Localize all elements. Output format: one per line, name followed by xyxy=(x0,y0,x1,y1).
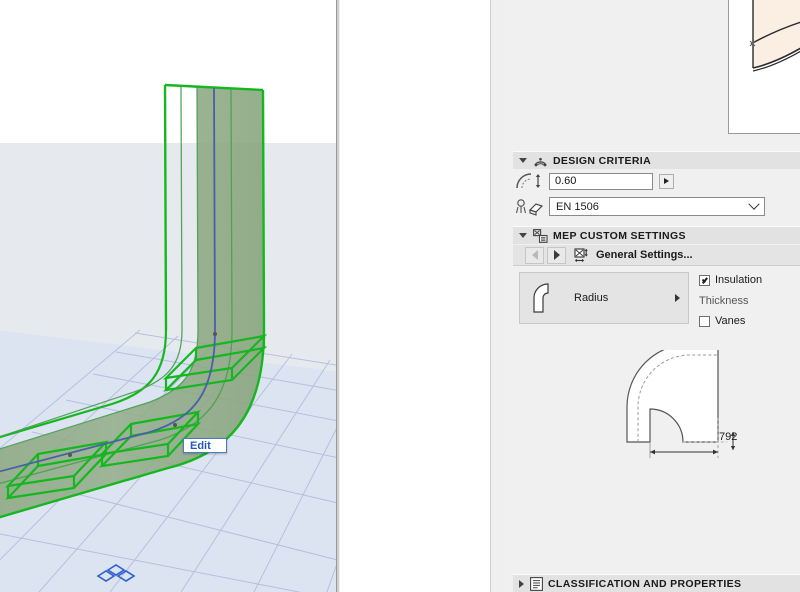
edit-tooltip-label: Edit xyxy=(190,440,211,452)
vanes-label: Vanes xyxy=(715,315,745,327)
duct-standard-value: EN 1506 xyxy=(556,201,599,213)
edit-tooltip[interactable]: Edit xyxy=(183,438,227,453)
properties-list-icon xyxy=(530,577,543,591)
2d-preview-drawing xyxy=(729,0,800,133)
nav-next-button[interactable] xyxy=(547,247,566,264)
section-title-classification-and-properties: CLASSIFICATION AND PROPERTIES xyxy=(548,578,741,590)
radius-selector-label: Radius xyxy=(574,292,675,304)
radius-ratio-input[interactable]: 0.60 xyxy=(549,173,653,190)
insulation-checkbox[interactable] xyxy=(699,275,710,286)
insulation-label: Insulation xyxy=(715,274,762,286)
duct-elbow-geometry[interactable] xyxy=(0,0,336,592)
option-vanes[interactable]: Vanes xyxy=(699,315,745,327)
option-insulation[interactable]: Insulation xyxy=(699,274,762,286)
radius-ratio-value: 0.60 xyxy=(555,175,576,187)
radius-ratio-row: 0.60 xyxy=(515,172,800,190)
section-header-design-criteria[interactable]: DESIGN CRITERIA xyxy=(513,151,800,169)
duct-standard-row: EN 1506 xyxy=(515,197,800,216)
section-header-classification-and-properties[interactable]: CLASSIFICATION AND PROPERTIES xyxy=(513,574,800,592)
option-thickness: Thickness xyxy=(699,295,749,307)
general-settings-icon xyxy=(574,248,589,263)
elbow-radius-icon xyxy=(515,172,543,190)
2d-preview-panel[interactable] xyxy=(728,0,800,134)
3d-viewport[interactable]: Edit xyxy=(0,0,336,592)
radius-ratio-spinner-button[interactable] xyxy=(659,174,674,189)
section-title-design-criteria: DESIGN CRITERIA xyxy=(553,155,651,167)
triangle-right-icon xyxy=(554,250,560,260)
section-title-mep-custom-settings: MEP CUSTOM SETTINGS xyxy=(553,230,686,242)
panel-gap xyxy=(491,0,505,592)
mep-settings-icon xyxy=(533,229,548,243)
mep-page-label: General Settings... xyxy=(596,249,693,261)
nav-prev-button[interactable] xyxy=(525,247,544,264)
chevron-down-icon xyxy=(519,233,527,238)
mep-page-navigation: General Settings... xyxy=(513,245,800,266)
chevron-down-icon xyxy=(748,198,759,209)
secondary-white-panel xyxy=(340,0,491,592)
radius-selector-button[interactable]: Radius xyxy=(519,272,689,324)
triangle-left-icon xyxy=(532,250,538,260)
bend-radius-icon xyxy=(533,154,548,167)
duct-standard-select[interactable]: EN 1506 xyxy=(549,197,765,216)
elbow-dimension-preview xyxy=(615,350,800,465)
vanes-checkbox[interactable] xyxy=(699,316,710,327)
chevron-right-icon xyxy=(519,580,524,588)
triangle-right-icon xyxy=(664,178,669,184)
triangle-right-icon xyxy=(675,294,680,302)
elbow-quarter-icon xyxy=(530,281,564,315)
thickness-label: Thickness xyxy=(699,295,749,307)
duct-standard-icon xyxy=(515,198,543,216)
section-header-mep-custom-settings[interactable]: MEP CUSTOM SETTINGS xyxy=(513,226,800,244)
chevron-down-icon xyxy=(519,158,527,163)
elbow-dimension-value: 792 xyxy=(719,431,737,443)
